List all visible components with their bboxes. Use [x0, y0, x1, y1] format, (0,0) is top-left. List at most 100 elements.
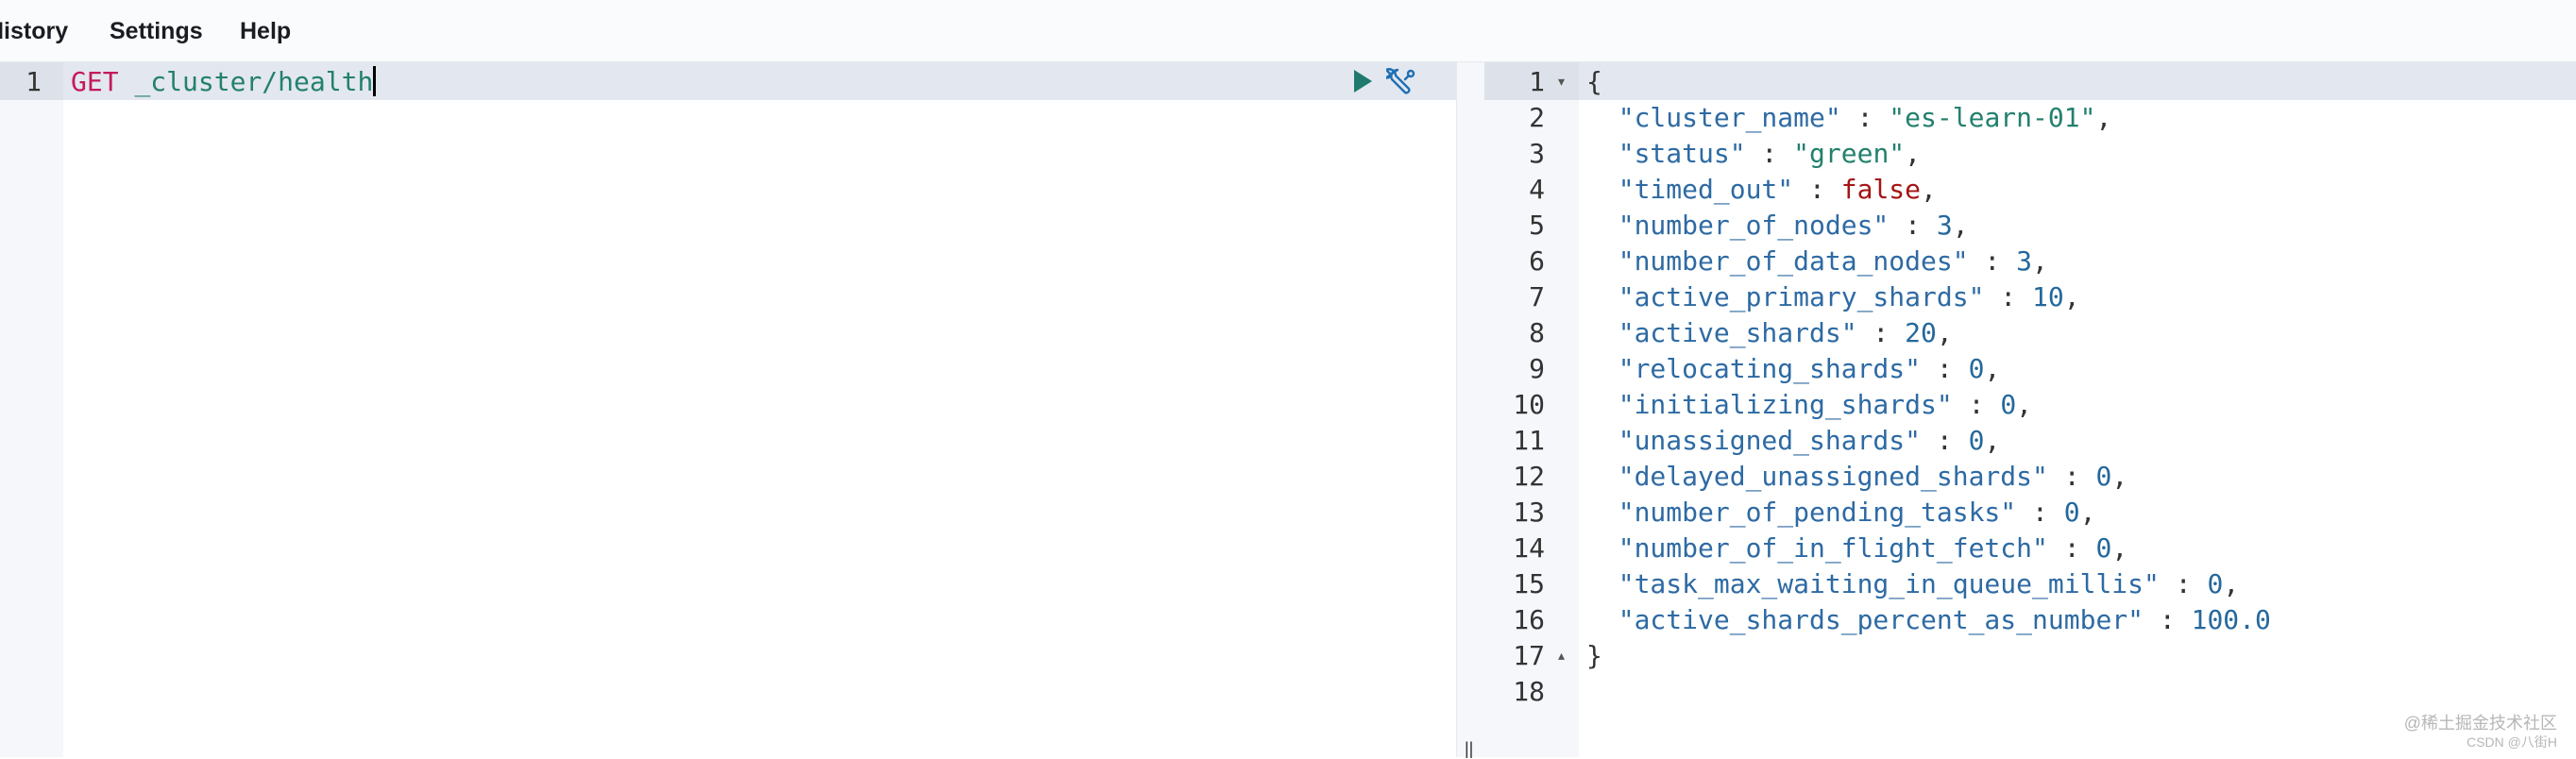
response-line-number: 8	[1529, 317, 1545, 348]
response-token: 0	[2000, 389, 2017, 420]
response-token: :	[1840, 102, 1890, 133]
response-line: {	[1586, 66, 1602, 97]
response-token: ,	[2111, 461, 2128, 492]
response-token: "es-learn-01"	[1889, 102, 2096, 133]
response-token: :	[1921, 425, 1969, 456]
response-line-number: 6	[1529, 245, 1545, 277]
response-token: "initializing_shards"	[1586, 389, 1953, 420]
response-token: :	[1968, 245, 2017, 277]
response-token: "delayed_unassigned_shards"	[1586, 461, 2048, 492]
response-token: }	[1586, 640, 1602, 671]
menu-history[interactable]: History	[0, 18, 68, 45]
response-line-number: 2	[1529, 102, 1545, 133]
response-line: "relocating_shards" : 0,	[1586, 353, 2001, 384]
pane-divider[interactable]	[1456, 62, 1484, 757]
response-token: "number_of_in_flight_fetch"	[1586, 532, 2048, 564]
response-line: "status" : "green",	[1586, 138, 1921, 169]
response-line-number: 18	[1513, 676, 1545, 707]
response-line: "number_of_nodes" : 3,	[1586, 210, 1969, 241]
fold-toggle-icon[interactable]: ▴	[1558, 648, 1565, 664]
wrench-icon[interactable]	[1383, 66, 1418, 103]
response-line: "initializing_shards" : 0,	[1586, 389, 2032, 420]
response-token: :	[2159, 568, 2208, 599]
response-token: :	[1856, 317, 1906, 348]
watermark-line2: CSDN @八街H	[2466, 734, 2557, 750]
menu-help[interactable]: Help	[240, 18, 291, 45]
response-token: ,	[1905, 138, 1922, 169]
response-token: :	[1889, 210, 1937, 241]
response-token: ,	[1921, 174, 1937, 205]
response-token: :	[2016, 497, 2064, 528]
response-token: "timed_out"	[1586, 174, 1794, 205]
response-line: "active_shards" : 20,	[1586, 317, 1953, 348]
response-line-number: 12	[1513, 461, 1545, 492]
response-line-number: 10	[1513, 389, 1545, 420]
response-line-number: 5	[1529, 210, 1545, 241]
response-token: ,	[2032, 245, 2048, 277]
response-line: }	[1586, 640, 1602, 671]
response-token: "active_primary_shards"	[1586, 281, 1985, 312]
menu-settings[interactable]: Settings	[110, 18, 203, 45]
response-token: ,	[1952, 210, 1969, 241]
response-line: "task_max_waiting_in_queue_millis" : 0,	[1586, 568, 2239, 599]
menu-bar: History Settings Help	[0, 0, 2576, 62]
response-token: 0	[2207, 568, 2224, 599]
response-token: "unassigned_shards"	[1586, 425, 1922, 456]
response-line-number: 3	[1529, 138, 1545, 169]
request-content[interactable]: GET _cluster/health	[63, 62, 1456, 757]
response-token: ,	[1984, 353, 2001, 384]
response-line-number: 13	[1513, 497, 1545, 528]
resize-handle-icon[interactable]: ||	[1465, 739, 1473, 759]
response-token: ,	[2079, 497, 2096, 528]
response-token: ,	[2016, 389, 2033, 420]
response-token: 3	[1936, 210, 1953, 241]
response-token: "cluster_name"	[1586, 102, 1841, 133]
response-line-number: 4	[1529, 174, 1545, 205]
response-token: 3	[2016, 245, 2033, 277]
response-token: 0	[1968, 425, 1985, 456]
response-token: "number_of_data_nodes"	[1586, 245, 1969, 277]
response-line-number: 17	[1513, 640, 1545, 671]
response-token: :	[2047, 532, 2096, 564]
text-cursor	[373, 66, 377, 96]
response-line-number: 7	[1529, 281, 1545, 312]
response-line-number: 14	[1513, 532, 1545, 564]
response-token: {	[1586, 66, 1602, 97]
response-token: ,	[1984, 425, 2001, 456]
response-line-number: 11	[1513, 425, 1545, 456]
response-token: :	[1952, 389, 2001, 420]
response-token: "number_of_pending_tasks"	[1586, 497, 2017, 528]
response-token: 10	[2032, 281, 2064, 312]
response-line: "active_primary_shards" : 10,	[1586, 281, 2080, 312]
response-viewer: 1 ▾ 2 3 4 5 6 7 8 9 10 11 12 13 14 15 16 17 ▴ 18 { "cluster…	[1484, 62, 2576, 757]
response-token: ,	[2111, 532, 2128, 564]
response-line: "cluster_name" : "es-learn-01",	[1586, 102, 2112, 133]
request-path: _cluster/health	[134, 66, 374, 97]
watermark-line1: @稀土掘金技术社区	[2403, 714, 2557, 733]
response-line: "delayed_unassigned_shards" : 0,	[1586, 461, 2127, 492]
response-line: "number_of_pending_tasks" : 0,	[1586, 497, 2096, 528]
response-token: ,	[2063, 281, 2080, 312]
response-token: 0	[2095, 461, 2112, 492]
play-icon[interactable]	[1352, 69, 1373, 98]
response-line: "active_shards_percent_as_number" : 100.…	[1586, 604, 2271, 635]
response-line: "number_of_data_nodes" : 3,	[1586, 245, 2048, 277]
request-line[interactable]: GET _cluster/health	[71, 66, 377, 97]
response-token: false	[1840, 174, 1922, 205]
response-token: "status"	[1586, 138, 1746, 169]
response-token: "number_of_nodes"	[1586, 210, 1890, 241]
request-gutter: 1	[0, 62, 63, 757]
response-token: "task_max_waiting_in_queue_millis"	[1586, 568, 2160, 599]
response-token: 0	[2095, 532, 2112, 564]
fold-toggle-icon[interactable]: ▾	[1558, 74, 1565, 90]
request-editor[interactable]: 1 GET _cluster/health	[0, 62, 1456, 757]
response-token: "relocating_shards"	[1586, 353, 1922, 384]
response-token: 0	[2063, 497, 2080, 528]
response-token: 100.0	[2191, 604, 2271, 635]
response-line-number: 1	[1529, 66, 1545, 97]
response-token: :	[1793, 174, 1841, 205]
response-line: "unassigned_shards" : 0,	[1586, 425, 2001, 456]
response-line-number: 15	[1513, 568, 1545, 599]
response-line: "number_of_in_flight_fetch" : 0,	[1586, 532, 2127, 564]
response-token: ,	[1936, 317, 1953, 348]
